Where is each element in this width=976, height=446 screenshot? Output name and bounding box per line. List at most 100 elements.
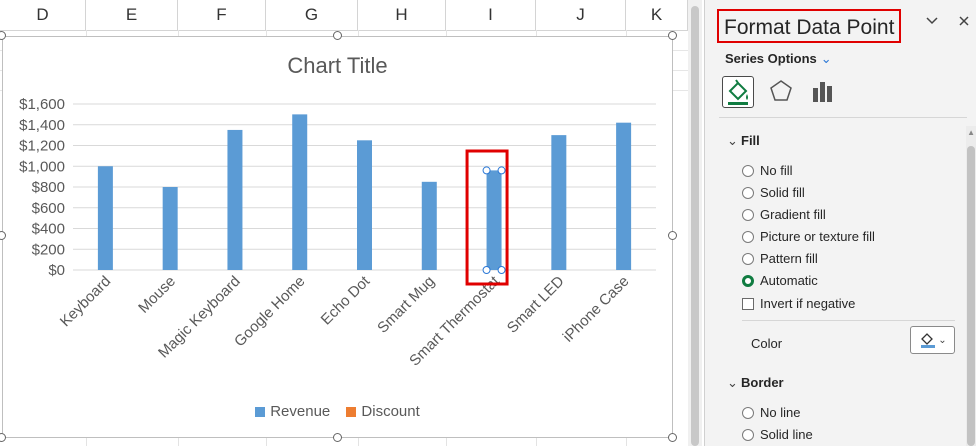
no-line-label: No line <box>760 405 801 420</box>
plot-area[interactable]: $0 $200 $400 $600 $800 $1,000 $1,200 $1,400 $1,6… <box>3 37 674 439</box>
fill-section-label: Fill <box>741 133 760 148</box>
no-fill-label: No fill <box>760 163 793 178</box>
chevron-down-icon: ⌄ <box>938 334 947 346</box>
column-header-k[interactable]: K <box>626 0 688 30</box>
close-icon[interactable] <box>957 14 971 33</box>
pane-divider <box>719 117 967 118</box>
y-tick-label: $200 <box>32 241 65 258</box>
bar-smart-thermostat[interactable] <box>486 170 502 270</box>
y-tick-label: $1,000 <box>19 158 65 175</box>
gradient-fill-option[interactable]: Gradient fill <box>742 207 826 222</box>
point-selection-handle[interactable] <box>497 166 506 175</box>
chart-area[interactable]: Chart Title $0 $200 $400 $600 $800 $1,000 $1,2… <box>2 36 673 438</box>
point-selection-handle[interactable] <box>497 266 506 274</box>
chart-resize-handle-bm[interactable] <box>333 433 342 442</box>
bar-iphone-case[interactable] <box>616 122 632 270</box>
series-options-label: Series Options <box>725 51 817 66</box>
invert-if-negative-option[interactable]: Invert if negative <box>742 296 855 311</box>
invert-if-negative-label: Invert if negative <box>760 296 856 311</box>
legend-entry-revenue[interactable]: Revenue <box>255 403 330 420</box>
column-header-j[interactable]: J <box>536 0 626 30</box>
bar-magic-keyboard[interactable] <box>227 129 243 270</box>
picture-texture-fill-radio[interactable] <box>742 230 754 243</box>
bar-smart-mug[interactable] <box>421 181 437 270</box>
fill-section-header[interactable]: ⌄ Fill <box>727 133 760 149</box>
invert-if-negative-checkbox[interactable] <box>742 297 754 310</box>
column-headers: D E F G H I J K <box>0 0 688 31</box>
x-tick-label: Mouse <box>135 273 179 317</box>
x-tick-label: Keyboard <box>57 273 114 330</box>
solid-fill-label: Solid fill <box>760 185 805 200</box>
point-selection-handle[interactable] <box>482 266 491 274</box>
sheet-vertical-scrollbar[interactable] <box>688 0 702 446</box>
y-tick-label: $0 <box>48 262 65 279</box>
automatic-fill-radio[interactable] <box>742 274 754 287</box>
x-tick-label: Echo Dot <box>318 272 374 328</box>
column-header-i[interactable]: I <box>446 0 536 30</box>
effects-icon[interactable] <box>766 76 798 108</box>
pane-scrollbar-thumb[interactable] <box>967 146 975 446</box>
y-tick-label: $600 <box>32 200 65 217</box>
gradient-fill-radio[interactable] <box>742 208 754 221</box>
fill-line-icon[interactable] <box>722 76 754 108</box>
picture-texture-fill-option[interactable]: Picture or texture fill <box>742 229 875 244</box>
no-line-radio[interactable] <box>742 406 754 419</box>
scrollbar-thumb[interactable] <box>691 6 699 446</box>
automatic-fill-option[interactable]: Automatic <box>742 273 818 288</box>
chart-resize-handle-mr[interactable] <box>668 231 677 240</box>
no-fill-radio[interactable] <box>742 164 754 177</box>
solid-line-option[interactable]: Solid line <box>742 427 813 442</box>
border-section-header[interactable]: ⌄ Border <box>727 375 784 391</box>
column-header-e[interactable]: E <box>86 0 178 30</box>
no-line-option[interactable]: No line <box>742 405 800 420</box>
legend-swatch-revenue <box>255 406 266 417</box>
column-header-g[interactable]: G <box>266 0 358 30</box>
solid-fill-option[interactable]: Solid fill <box>742 185 805 200</box>
solid-line-radio[interactable] <box>742 428 754 441</box>
legend-label-revenue: Revenue <box>270 403 331 420</box>
chart-resize-handle-br[interactable] <box>668 433 677 442</box>
column-header-d[interactable]: D <box>0 0 86 30</box>
x-tick-label: Smart Mug <box>374 273 438 337</box>
chevron-down-icon[interactable] <box>925 14 939 33</box>
pattern-fill-label: Pattern fill <box>760 251 818 266</box>
border-section-label: Border <box>741 375 784 390</box>
bar-keyboard[interactable] <box>97 166 113 270</box>
no-fill-option[interactable]: No fill <box>742 163 793 178</box>
solid-fill-radio[interactable] <box>742 186 754 199</box>
chart-legend[interactable]: Revenue Discount <box>3 403 672 421</box>
solid-line-label: Solid line <box>760 427 813 442</box>
paint-bucket-icon <box>921 333 936 348</box>
bar-smart-led[interactable] <box>551 135 567 270</box>
pattern-fill-option[interactable]: Pattern fill <box>742 251 818 266</box>
color-divider <box>742 320 955 321</box>
gradient-fill-label: Gradient fill <box>760 207 826 222</box>
legend-entry-discount[interactable]: Discount <box>346 403 420 420</box>
chevron-down-icon: ⌄ <box>820 51 832 66</box>
chart-resize-handle-tr[interactable] <box>668 31 677 40</box>
point-selection-handle[interactable] <box>482 166 491 175</box>
chevron-down-icon: ⌄ <box>727 375 738 390</box>
legend-label-discount: Discount <box>361 403 420 420</box>
column-header-f[interactable]: F <box>178 0 266 30</box>
bar-mouse[interactable] <box>162 187 178 270</box>
color-picker-button[interactable]: ⌄ <box>910 326 955 354</box>
worksheet[interactable]: D E F G H I J K Chart Title $0 $200 $400 $6… <box>0 0 688 446</box>
y-tick-label: $1,400 <box>19 117 65 134</box>
scroll-up-icon[interactable]: ▲ <box>967 128 975 137</box>
y-tick-label: $400 <box>32 221 65 238</box>
x-tick-label: iPhone Case <box>560 273 633 346</box>
bar-echo-dot[interactable] <box>357 140 372 270</box>
picture-texture-fill-label: Picture or texture fill <box>760 229 875 244</box>
pane-title: Format Data Point <box>717 9 902 43</box>
series-options-dropdown[interactable]: Series Options ⌄ <box>725 51 832 67</box>
chart-resize-handle-tm[interactable] <box>333 31 342 40</box>
pattern-fill-radio[interactable] <box>742 252 754 265</box>
chart-resize-handle-bl[interactable] <box>0 433 6 442</box>
column-header-h[interactable]: H <box>358 0 446 30</box>
series-options-icon[interactable] <box>808 76 840 108</box>
format-pane: Format Data Point Series Options ⌄ ⌄ Fill … <box>704 0 976 446</box>
y-tick-label: $800 <box>32 179 65 196</box>
legend-swatch-discount <box>346 406 357 417</box>
bar-google-home[interactable] <box>292 114 308 270</box>
